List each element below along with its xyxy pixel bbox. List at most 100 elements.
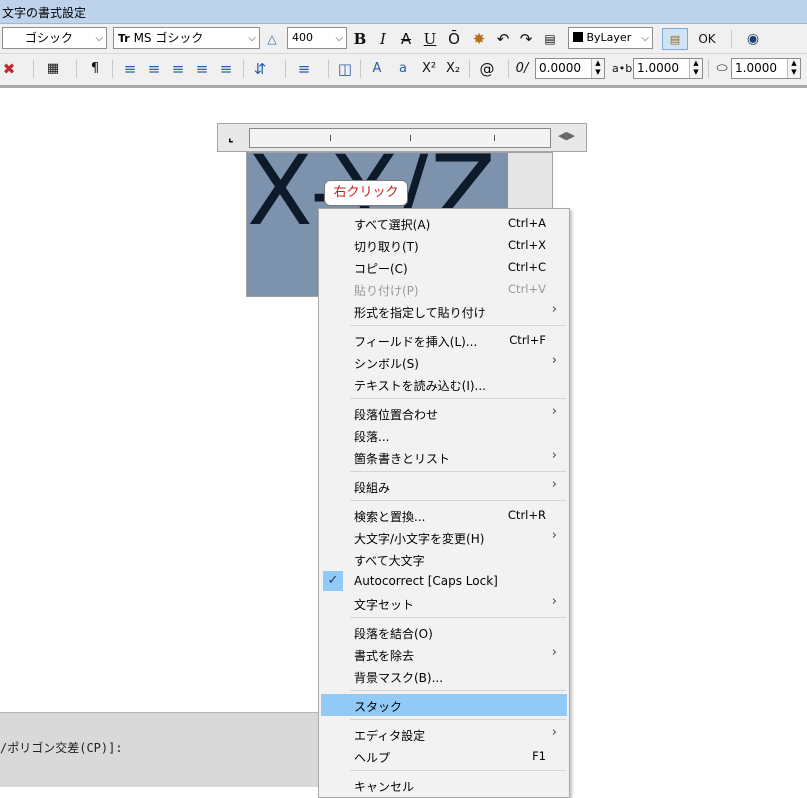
menu-item-all-caps[interactable]: すべて大文字 (321, 548, 567, 570)
menu-item-shortcut: Ctrl+C (507, 260, 546, 274)
menu-item-character-set[interactable]: 文字セット › (321, 592, 567, 614)
menu-separator (350, 398, 566, 399)
menu-item-combine-paragraphs[interactable]: 段落を結合(O) (321, 621, 567, 643)
toolbar-divider (731, 30, 732, 48)
align-left-icon[interactable]: ≡ (121, 58, 139, 80)
submenu-arrow-icon: › (551, 725, 557, 740)
menu-item-paste[interactable]: 貼り付け(P) Ctrl+V (321, 278, 567, 300)
menu-separator (350, 500, 566, 501)
uppercase-icon[interactable]: A (368, 58, 386, 80)
oblique-angle-value: 0.0000 (539, 61, 581, 75)
toolbar-divider (243, 60, 244, 78)
menu-item-change-case[interactable]: 大文字/小文字を変更(H) › (321, 526, 567, 548)
oblique-angle-input[interactable]: 0.0000 ▲ ▼ (535, 58, 605, 79)
menu-item-label: 文字セット (354, 598, 415, 612)
font-dropdown[interactable]: Tr MS ゴシック ⌵ (113, 27, 260, 49)
spin-arrows-icon[interactable]: ▲ ▼ (787, 59, 800, 78)
stack-button-icon[interactable]: ▤ (541, 28, 559, 50)
spin-arrows-icon[interactable]: ▲ ▼ (689, 59, 702, 78)
ok-button[interactable]: OK (698, 28, 716, 50)
distribute-icon[interactable]: ≡ (217, 58, 235, 80)
color-dropdown-value: ByLayer (586, 31, 632, 44)
width-factor-input[interactable]: 1.0000 ▲ ▼ (731, 58, 801, 79)
style-dropdown-value: ゴシック (25, 31, 74, 45)
menu-item-autocorrect-caps-lock[interactable]: ✓ Autocorrect [Caps Lock] (321, 570, 567, 592)
color-dropdown[interactable]: ByLayer ⌵ (568, 27, 653, 49)
layer-color-icon[interactable]: ✖ (0, 58, 18, 80)
chevron-down-icon: ⌵ (95, 33, 103, 44)
submenu-arrow-icon: › (551, 528, 557, 543)
menu-item-bullets-and-lists[interactable]: 箇条書きとリスト › (321, 446, 567, 468)
menu-item-stack[interactable]: スタック (321, 694, 567, 716)
command-line[interactable]: /ポリゴン交差(CP)]: (0, 712, 330, 787)
overline-button[interactable]: Ō (445, 28, 463, 50)
menu-item-label: 貼り付け(P) (354, 284, 419, 298)
menu-item-find-replace[interactable]: 検索と置換... Ctrl+R (321, 504, 567, 526)
menu-item-select-all[interactable]: すべて選択(A) Ctrl+A (321, 212, 567, 234)
menu-item-label: 大文字/小文字を変更(H) (354, 532, 485, 546)
menu-item-paragraph[interactable]: 段落... (321, 424, 567, 446)
match-properties-icon[interactable]: ✸ (470, 28, 488, 50)
lowercase-icon[interactable]: a (394, 58, 412, 80)
menu-item-label: エディタ設定 (354, 729, 426, 743)
paragraph-icon[interactable]: ¶ (86, 58, 104, 80)
tracking-input[interactable]: 1.0000 ▲ ▼ (633, 58, 703, 79)
menu-item-label: フィールドを挿入(L)... (354, 335, 478, 349)
bold-button[interactable]: B (351, 28, 369, 50)
spin-arrows-icon[interactable]: ▲ ▼ (591, 59, 604, 78)
options-icon[interactable]: ◉ (744, 28, 762, 50)
symbol-icon[interactable]: @ (478, 58, 496, 80)
align-center-icon[interactable]: ≡ (145, 58, 163, 80)
menu-item-shortcut: Ctrl+V (508, 282, 546, 296)
columns-icon[interactable]: ◫ (336, 58, 354, 80)
menu-item-label: すべて大文字 (354, 554, 425, 568)
menu-item-background-mask[interactable]: 背景マスク(B)... (321, 665, 567, 687)
menu-item-copy[interactable]: コピー(C) Ctrl+C (321, 256, 567, 278)
menu-separator (350, 325, 566, 326)
menu-item-cut[interactable]: 切り取り(T) Ctrl+X (321, 234, 567, 256)
menu-item-paragraph-alignment[interactable]: 段落位置合わせ › (321, 402, 567, 424)
ruler-resize-icon[interactable]: ◀▶ (558, 129, 575, 142)
insert-field-icon[interactable]: ▦ (44, 58, 62, 80)
undo-icon[interactable]: ↶ (494, 28, 512, 50)
menu-item-columns[interactable]: 段組み › (321, 475, 567, 497)
menu-item-symbol[interactable]: シンボル(S) › (321, 351, 567, 373)
menu-item-paste-special[interactable]: 形式を指定して貼り付け › (321, 300, 567, 322)
menu-item-label: すべて選択(A) (354, 218, 431, 232)
menu-separator (350, 770, 566, 771)
width-factor-value: 1.0000 (735, 61, 777, 75)
align-right-icon[interactable]: ≡ (169, 58, 187, 80)
menu-item-label: 段落... (354, 430, 390, 444)
menu-item-editor-settings[interactable]: エディタ設定 › (321, 723, 567, 745)
text-height-combo[interactable]: 400 ⌵ (287, 27, 347, 49)
context-menu: すべて選択(A) Ctrl+A 切り取り(T) Ctrl+X コピー(C) Ctrl+… (318, 208, 570, 798)
italic-button[interactable]: I (374, 28, 392, 50)
menu-item-label: 段落を結合(O) (354, 627, 433, 641)
submenu-arrow-icon: › (551, 353, 557, 368)
menu-item-remove-formatting[interactable]: 書式を除去 › (321, 643, 567, 665)
strikethrough-button[interactable]: A (397, 28, 415, 50)
numbering-icon[interactable]: ≡ (295, 58, 313, 80)
submenu-arrow-icon: › (551, 594, 557, 609)
toolbar-divider (508, 60, 509, 78)
style-dropdown[interactable]: ゴシック ⌵ (2, 27, 107, 49)
tab-stop-icon[interactable]: ⌞ (228, 130, 234, 144)
menu-item-help[interactable]: ヘルプ F1 (321, 745, 567, 767)
justify-icon[interactable]: ≡ (193, 58, 211, 80)
menu-item-cancel[interactable]: キャンセル (321, 774, 567, 796)
menu-item-import-text[interactable]: テキストを読み込む(I)... (321, 373, 567, 395)
superscript-icon[interactable]: X² (420, 58, 438, 80)
line-spacing-icon[interactable]: ⇵ (251, 58, 269, 80)
ruler-toggle-icon[interactable]: ▤ (662, 28, 688, 50)
toolbar-row-1: ゴシック ⌵ Tr MS ゴシック ⌵ △ 400 ⌵ B I A U Ō ✸ … (0, 24, 807, 54)
toolbar-divider (76, 60, 77, 78)
menu-item-insert-field[interactable]: フィールドを挿入(L)... Ctrl+F (321, 329, 567, 351)
annotative-icon[interactable]: △ (263, 28, 281, 50)
menu-item-label: ヘルプ (354, 751, 391, 765)
underline-button[interactable]: U (421, 28, 439, 50)
menu-item-label: 段落位置合わせ (354, 408, 439, 422)
width-factor-icon: ⬭ (716, 61, 728, 76)
redo-icon[interactable]: ↷ (517, 28, 535, 50)
menu-item-label: 背景マスク(B)... (354, 671, 444, 685)
subscript-icon[interactable]: X₂ (444, 58, 462, 80)
